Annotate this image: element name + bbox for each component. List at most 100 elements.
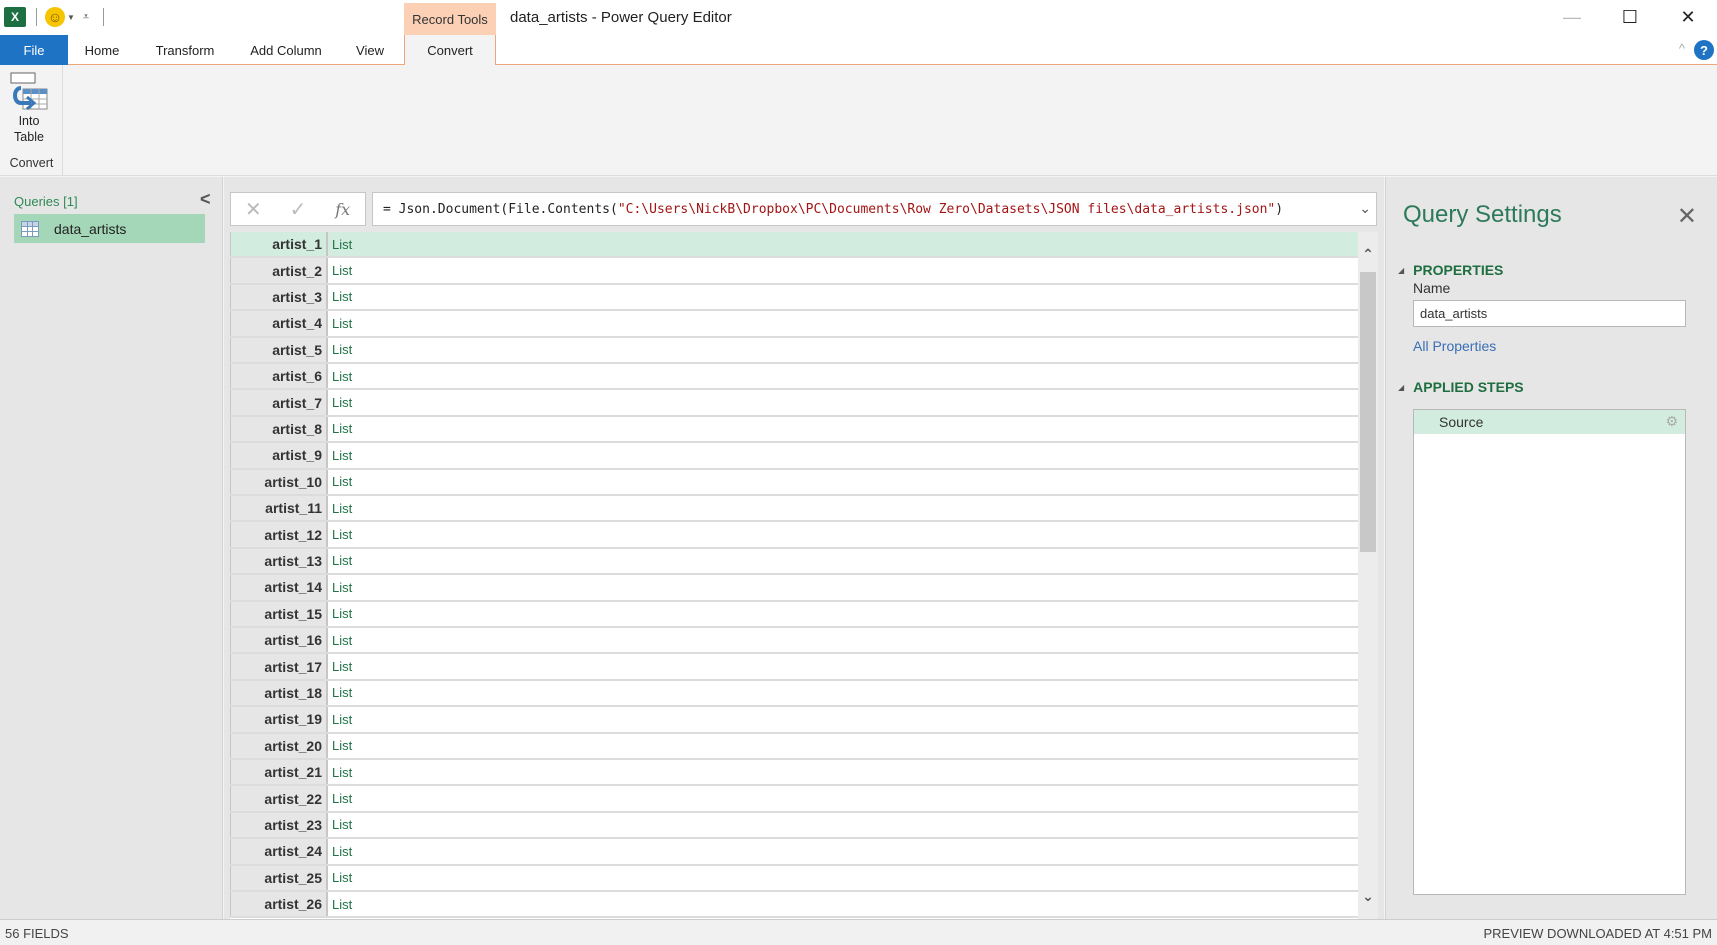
field-value-list-link[interactable]: List	[328, 628, 1358, 653]
field-value-list-link[interactable]: List	[328, 575, 1358, 600]
scroll-up-icon[interactable]: ⌃	[1358, 246, 1378, 263]
field-value-list-link[interactable]: List	[328, 337, 1358, 362]
tab-convert[interactable]: Convert	[404, 35, 496, 66]
collapse-ribbon-icon[interactable]: ^	[1679, 41, 1685, 56]
commit-formula-icon[interactable]: ✓	[276, 197, 321, 222]
tab-add-column[interactable]: Add Column	[240, 35, 332, 65]
record-row[interactable]: artist_5 List	[230, 337, 1358, 364]
record-row[interactable]: artist_1 List	[230, 232, 1358, 259]
gear-icon[interactable]: ⚙	[1665, 413, 1678, 430]
record-row[interactable]: artist_2 List	[230, 258, 1358, 285]
field-value-list-link[interactable]: List	[328, 469, 1358, 494]
field-value-list-link[interactable]: List	[328, 601, 1358, 626]
close-settings-icon[interactable]: ✕	[1677, 202, 1697, 231]
minimize-button[interactable]: —	[1543, 0, 1601, 34]
field-value-list-link[interactable]: List	[328, 865, 1358, 890]
close-button[interactable]: ✕	[1659, 0, 1717, 34]
field-value-list-link[interactable]: List	[328, 733, 1358, 758]
record-row[interactable]: artist_6 List	[230, 364, 1358, 391]
record-row[interactable]: artist_25 List	[230, 865, 1358, 892]
query-name-input[interactable]	[1413, 300, 1686, 327]
field-value-list-link[interactable]: List	[328, 284, 1358, 310]
field-name[interactable]: artist_12	[230, 522, 328, 547]
field-value-list-link[interactable]: List	[328, 548, 1358, 574]
record-row[interactable]: artist_22 List	[230, 786, 1358, 813]
query-item-data-artists[interactable]: data_artists	[14, 214, 205, 243]
expand-formula-icon[interactable]: ⌄	[1359, 200, 1371, 217]
field-name[interactable]: artist_8	[230, 416, 328, 442]
record-row[interactable]: artist_9 List	[230, 443, 1358, 470]
field-name[interactable]: artist_4	[230, 311, 328, 336]
field-name[interactable]: artist_7	[230, 390, 328, 415]
field-name[interactable]: artist_5	[230, 337, 328, 362]
step-source[interactable]: Source ⚙	[1414, 410, 1685, 434]
formula-input[interactable]: = Json.Document(File.Contents("C:\Users\…	[372, 192, 1377, 226]
field-name[interactable]: artist_9	[230, 443, 328, 468]
field-name[interactable]: artist_25	[230, 865, 328, 890]
record-row[interactable]: artist_18 List	[230, 680, 1358, 708]
field-name[interactable]: artist_24	[230, 839, 328, 864]
scroll-down-icon[interactable]: ⌄	[1358, 888, 1378, 905]
field-value-list-link[interactable]: List	[328, 680, 1358, 706]
tab-transform[interactable]: Transform	[140, 35, 230, 65]
record-row[interactable]: artist_3 List	[230, 284, 1358, 312]
maximize-button[interactable]: ☐	[1601, 0, 1659, 34]
tab-home[interactable]: Home	[70, 35, 134, 65]
applied-steps-section-header[interactable]: ◢ APPLIED STEPS	[1398, 379, 1524, 395]
field-name[interactable]: artist_26	[230, 892, 328, 917]
field-value-list-link[interactable]: List	[328, 390, 1358, 415]
field-name[interactable]: artist_16	[230, 628, 328, 653]
field-name[interactable]: artist_21	[230, 760, 328, 785]
record-row[interactable]: artist_14 List	[230, 575, 1358, 602]
field-value-list-link[interactable]: List	[328, 522, 1358, 547]
field-name[interactable]: artist_17	[230, 654, 328, 679]
field-value-list-link[interactable]: List	[328, 654, 1358, 679]
excel-icon[interactable]: X	[4, 7, 29, 27]
all-properties-link[interactable]: All Properties	[1413, 338, 1496, 354]
record-row[interactable]: artist_4 List	[230, 311, 1358, 338]
collapse-queries-pane-icon[interactable]: <	[200, 189, 211, 210]
record-row[interactable]: artist_21 List	[230, 760, 1358, 787]
record-row[interactable]: artist_16 List	[230, 628, 1358, 655]
field-name[interactable]: artist_22	[230, 786, 328, 811]
record-row[interactable]: artist_7 List	[230, 390, 1358, 417]
field-value-list-link[interactable]: List	[328, 839, 1358, 864]
feedback-dropdown-icon[interactable]: ▼	[67, 13, 75, 22]
customize-qat-icon[interactable]: ⩡	[83, 11, 89, 24]
field-name[interactable]: artist_10	[230, 469, 328, 494]
help-icon[interactable]: ?	[1694, 40, 1714, 60]
field-name[interactable]: artist_11	[230, 496, 328, 521]
tab-view[interactable]: View	[344, 35, 396, 65]
field-value-list-link[interactable]: List	[328, 707, 1358, 732]
record-row[interactable]: artist_13 List	[230, 548, 1358, 576]
field-value-list-link[interactable]: List	[328, 812, 1358, 838]
record-row[interactable]: artist_24 List	[230, 839, 1358, 866]
record-row[interactable]: artist_8 List	[230, 416, 1358, 444]
field-value-list-link[interactable]: List	[328, 258, 1358, 283]
field-value-list-link[interactable]: List	[328, 443, 1358, 468]
vertical-scrollbar[interactable]: ⌃ ⌄	[1358, 232, 1378, 919]
field-value-list-link[interactable]: List	[328, 311, 1358, 336]
scroll-thumb[interactable]	[1360, 272, 1376, 552]
field-name[interactable]: artist_6	[230, 364, 328, 389]
field-name[interactable]: artist_2	[230, 258, 328, 283]
smiley-feedback-icon[interactable]: ☺	[45, 7, 65, 27]
field-name[interactable]: artist_18	[230, 680, 328, 706]
record-row[interactable]: artist_26 List	[230, 892, 1358, 919]
record-row[interactable]: artist_11 List	[230, 496, 1358, 523]
record-row[interactable]: artist_17 List	[230, 654, 1358, 681]
field-name[interactable]: artist_3	[230, 284, 328, 310]
record-row[interactable]: artist_10 List	[230, 469, 1358, 496]
field-name[interactable]: artist_14	[230, 575, 328, 600]
fx-icon[interactable]: fx	[320, 200, 365, 219]
field-name[interactable]: artist_13	[230, 548, 328, 574]
field-name[interactable]: artist_20	[230, 733, 328, 758]
cancel-formula-icon[interactable]: ✕	[231, 197, 276, 222]
field-name[interactable]: artist_15	[230, 601, 328, 626]
record-row[interactable]: artist_19 List	[230, 707, 1358, 734]
field-value-list-link[interactable]: List	[328, 892, 1358, 917]
field-value-list-link[interactable]: List	[328, 786, 1358, 811]
field-value-list-link[interactable]: List	[328, 364, 1358, 389]
field-name[interactable]: artist_19	[230, 707, 328, 732]
field-value-list-link[interactable]: List	[328, 232, 1358, 257]
